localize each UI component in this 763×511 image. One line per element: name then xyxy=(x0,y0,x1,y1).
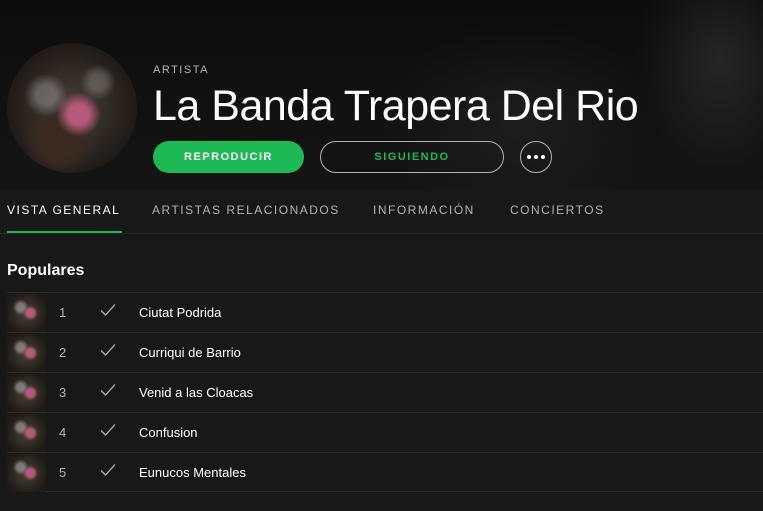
artist-header: ARTISTA La Banda Trapera Del Rio REPRODU… xyxy=(0,0,763,189)
track-cover-image xyxy=(7,294,46,332)
track-number: 1 xyxy=(59,305,67,320)
checkmark-icon[interactable] xyxy=(99,301,117,319)
tab-concerts[interactable]: CONCIERTOS xyxy=(510,203,605,217)
track-title: Ciutat Podrida xyxy=(139,305,222,320)
tab-overview[interactable]: VISTA GENERAL xyxy=(7,203,120,217)
checkmark-icon[interactable] xyxy=(99,341,117,359)
more-options-button[interactable] xyxy=(520,141,552,173)
more-options-icon xyxy=(527,155,545,159)
track-number: 4 xyxy=(59,425,67,440)
track-row[interactable]: 5 Eunucos Mentales xyxy=(7,452,763,492)
checkmark-icon[interactable] xyxy=(99,461,117,479)
track-number: 3 xyxy=(59,385,67,400)
tab-about[interactable]: INFORMACIÓN xyxy=(373,203,475,217)
artist-avatar xyxy=(7,43,137,173)
track-cover-image xyxy=(7,414,46,452)
track-number: 2 xyxy=(59,345,67,360)
following-button[interactable]: SIGUIENDO xyxy=(320,141,504,173)
artist-kicker: ARTISTA xyxy=(153,64,209,76)
play-button[interactable]: REPRODUCIR xyxy=(153,141,304,173)
track-number: 5 xyxy=(59,465,67,480)
track-row[interactable]: 2 Curriqui de Barrio xyxy=(7,332,763,372)
track-row[interactable]: 4 Confusion xyxy=(7,412,763,452)
active-tab-indicator xyxy=(7,231,122,233)
popular-tracks-list: 1 Ciutat Podrida 2 Curriqui de Barrio 3 … xyxy=(7,292,763,492)
track-row[interactable]: 1 Ciutat Podrida xyxy=(7,292,763,332)
track-title: Curriqui de Barrio xyxy=(139,345,241,360)
track-cover-image xyxy=(7,454,46,492)
checkmark-icon[interactable] xyxy=(99,421,117,439)
track-title: Eunucos Mentales xyxy=(139,465,246,480)
track-cover-image xyxy=(7,374,46,412)
tab-related-artists[interactable]: ARTISTAS RELACIONADOS xyxy=(152,203,340,217)
checkmark-icon[interactable] xyxy=(99,381,117,399)
popular-section-title: Populares xyxy=(7,262,85,279)
track-title: Venid a las Cloacas xyxy=(139,385,254,400)
track-cover-image xyxy=(7,334,46,372)
artist-tabs: VISTA GENERAL ARTISTAS RELACIONADOS INFO… xyxy=(0,189,763,234)
track-title: Confusion xyxy=(139,425,198,440)
track-row[interactable]: 3 Venid a las Cloacas xyxy=(7,372,763,412)
artist-name: La Banda Trapera Del Rio xyxy=(153,82,639,130)
